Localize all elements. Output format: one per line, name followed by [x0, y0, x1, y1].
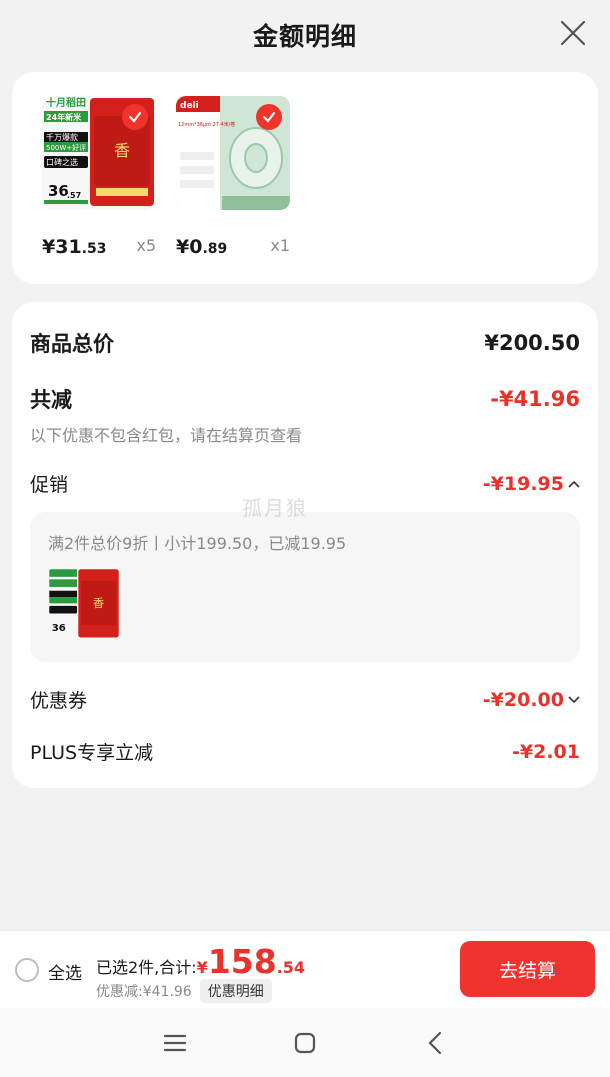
tape-brand-art: deli: [180, 101, 199, 111]
promo-product-image: 香 36: [48, 568, 120, 640]
sheet-header: 金额明细: [0, 0, 610, 70]
selected-check-icon: [122, 104, 148, 130]
total-currency: ¥: [196, 958, 208, 977]
coupon-row[interactable]: 优惠券 -¥20.00: [30, 686, 580, 713]
plus-row: PLUS专享立减 -¥2.01: [30, 738, 580, 765]
rice-price-art: 36: [48, 182, 69, 200]
select-all-radio[interactable]: [15, 958, 39, 982]
product-image-rice: 香 十月稻田 24年新米 千万爆款 500W+好评 口碑之选 36 .57: [42, 96, 156, 210]
promo-label: 促销: [30, 474, 69, 496]
product-price-row: ¥31.53 x5: [42, 236, 156, 258]
watermark-text: 孤月狼: [242, 496, 308, 520]
rice-new-art: 24年新米: [46, 112, 82, 122]
selected-check-icon: [256, 104, 282, 130]
discount-summary: 优惠减:¥41.96 优惠明细: [96, 979, 272, 1003]
promo-detail-text: 满2件总价9折丨小计199.50，已减19.95: [48, 534, 347, 553]
product-quantity: x5: [136, 236, 156, 255]
rice-reviews-art: 500W+好评: [46, 143, 86, 152]
product-price: ¥31.53: [42, 236, 107, 258]
products-card: 香 十月稻田 24年新米 千万爆款 500W+好评 口碑之选 36 .57 ¥3…: [12, 72, 598, 284]
checkout-bar: 全选 已选2件,合计: ¥ 158 .54 优惠减:¥41.96 优惠明细 去结…: [0, 930, 610, 1008]
price-detail-card: 商品总价 ¥200.50 共减 -¥41.96 以下优惠不包含红包，请在结算页查…: [12, 302, 598, 788]
promo-detail-box: 满2件总价9折丨小计199.50，已减19.95 香 36: [30, 512, 580, 662]
checkout-button[interactable]: 去结算: [460, 941, 595, 997]
rice-sold-art: 千万爆款: [46, 132, 78, 142]
page-title: 金额明细: [252, 22, 357, 51]
product-item[interactable]: deli 12mm*36μm 27.4米/卷 ¥0.89 x1: [176, 96, 290, 258]
system-nav-bar: [0, 1008, 610, 1077]
close-icon[interactable]: [558, 18, 588, 48]
total-reduce-row: 共减 -¥41.96: [30, 384, 580, 414]
plus-label: PLUS专享立减: [30, 742, 154, 764]
rice-price-dec-art: .57: [67, 191, 81, 200]
tape-spec-art: 12mm*36μm 27.4米/卷: [178, 121, 235, 128]
product-quantity: x1: [270, 236, 290, 255]
total-price-label: 商品总价: [30, 332, 114, 356]
discount-text: 优惠减:¥41.96: [96, 984, 192, 1000]
svg-text:香: 香: [114, 141, 130, 160]
back-icon[interactable]: [415, 1023, 455, 1063]
rice-brand-art: 十月稻田: [46, 96, 86, 109]
total-price-value: ¥200.50: [484, 331, 580, 355]
menu-icon[interactable]: [155, 1023, 195, 1063]
plus-value: -¥2.01: [512, 740, 580, 763]
product-image-tape: deli 12mm*36μm 27.4米/卷: [176, 96, 290, 210]
coupon-value: -¥20.00: [482, 688, 564, 711]
total-amount-dec: .54: [276, 958, 306, 977]
rice-tag-art: 口碑之选: [46, 157, 78, 167]
promo-value: -¥19.95: [482, 472, 564, 495]
product-price: ¥0.89: [176, 236, 228, 258]
total-reduce-label: 共减: [30, 388, 72, 412]
chevron-up-icon[interactable]: [568, 477, 580, 491]
coupon-label: 优惠券: [30, 690, 88, 712]
home-icon[interactable]: [285, 1023, 325, 1063]
product-item[interactable]: 香 十月稻田 24年新米 千万爆款 500W+好评 口碑之选 36 .57 ¥3…: [42, 96, 156, 258]
discount-detail-button[interactable]: 优惠明细: [199, 979, 272, 1003]
total-summary: 已选2件,合计: ¥ 158 .54: [96, 945, 305, 978]
svg-text:香: 香: [93, 596, 104, 610]
total-reduce-value: -¥41.96: [490, 387, 580, 411]
discount-note: 以下优惠不包含红包，请在结算页查看: [30, 426, 303, 445]
chevron-down-icon[interactable]: [568, 693, 580, 707]
total-price-row: 商品总价 ¥200.50: [30, 328, 580, 358]
total-amount-int: 158: [207, 942, 277, 981]
selected-summary-label: 已选2件,合计:: [96, 958, 197, 977]
select-all-label[interactable]: 全选: [48, 959, 82, 984]
svg-text:36: 36: [52, 623, 66, 634]
product-price-row: ¥0.89 x1: [176, 236, 290, 258]
